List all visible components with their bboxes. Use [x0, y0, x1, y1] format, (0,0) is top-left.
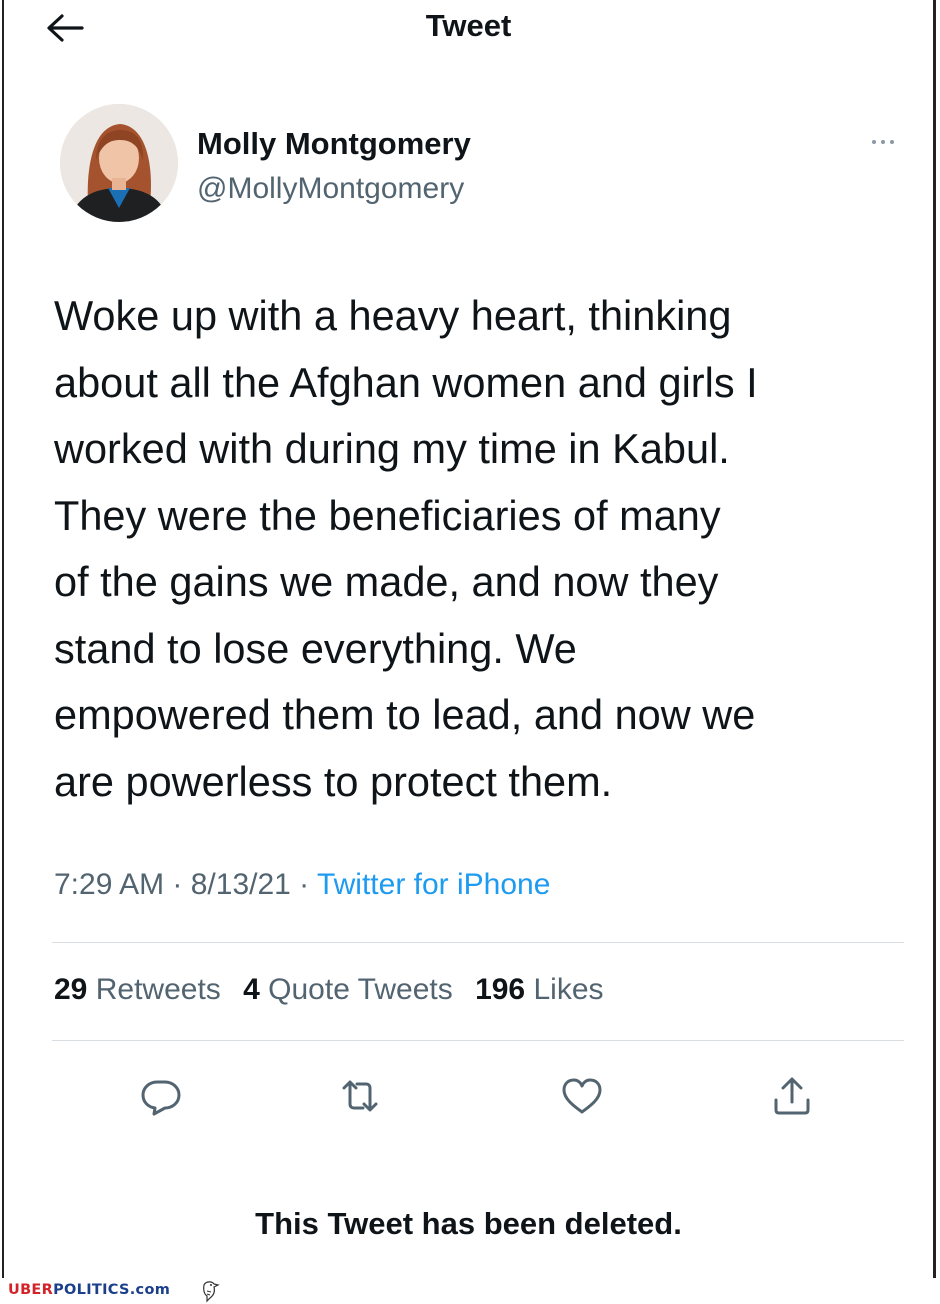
meta-separator: ·	[164, 868, 191, 901]
divider	[52, 942, 904, 943]
watermark-uber: UBER	[8, 1282, 54, 1298]
quote-tweets-count: 4	[243, 973, 260, 1006]
eagle-icon	[203, 1281, 220, 1303]
deleted-notice: This Tweet has been deleted.	[255, 1206, 682, 1241]
retweets-count: 29	[54, 973, 88, 1006]
likes-stat[interactable]: 196 Likes	[475, 973, 603, 1006]
quote-tweets-label: Quote Tweets	[268, 973, 453, 1006]
heart-icon[interactable]	[558, 1072, 606, 1120]
author-name[interactable]: Molly Montgomery	[197, 126, 471, 162]
share-icon[interactable]	[768, 1072, 816, 1120]
meta-separator: ·	[290, 868, 317, 901]
more-horizontal-icon[interactable]	[864, 132, 904, 152]
watermark-bar: UBERPOLITICS.com	[0, 1278, 940, 1304]
header: Tweet	[4, 0, 933, 56]
watermark-politics: POLITICS.com	[53, 1282, 171, 1298]
tweet-source-link[interactable]: Twitter for iPhone	[317, 868, 550, 901]
likes-label: Likes	[533, 973, 604, 1006]
watermark-logo: UBERPOLITICS.com	[8, 1282, 170, 1298]
tweet-meta: 7:29 AM · 8/13/21 · Twitter for iPhone	[54, 868, 550, 902]
author-handle[interactable]: @MollyMontgomery	[197, 172, 464, 206]
quote-tweets-stat[interactable]: 4 Quote Tweets	[243, 973, 453, 1006]
tweet-stats: 29 Retweets 4 Quote Tweets 196 Likes	[54, 973, 618, 1007]
tweet-time[interactable]: 7:29 AM	[54, 868, 164, 901]
retweets-stat[interactable]: 29 Retweets	[54, 973, 221, 1006]
reply-icon[interactable]	[137, 1072, 185, 1120]
tweet-screenshot: Tweet Molly Montgomery @MollyMontgomery …	[2, 0, 936, 1278]
retweet-icon[interactable]	[336, 1072, 384, 1120]
profile-photo	[60, 104, 178, 222]
page-title: Tweet	[425, 8, 512, 43]
tweet-date[interactable]: 8/13/21	[191, 868, 291, 901]
likes-count: 196	[475, 973, 526, 1006]
divider	[52, 1040, 904, 1041]
avatar[interactable]	[60, 104, 178, 222]
tweet-text: Woke up with a heavy heart, thinking abo…	[54, 292, 758, 805]
retweets-label: Retweets	[95, 973, 221, 1006]
